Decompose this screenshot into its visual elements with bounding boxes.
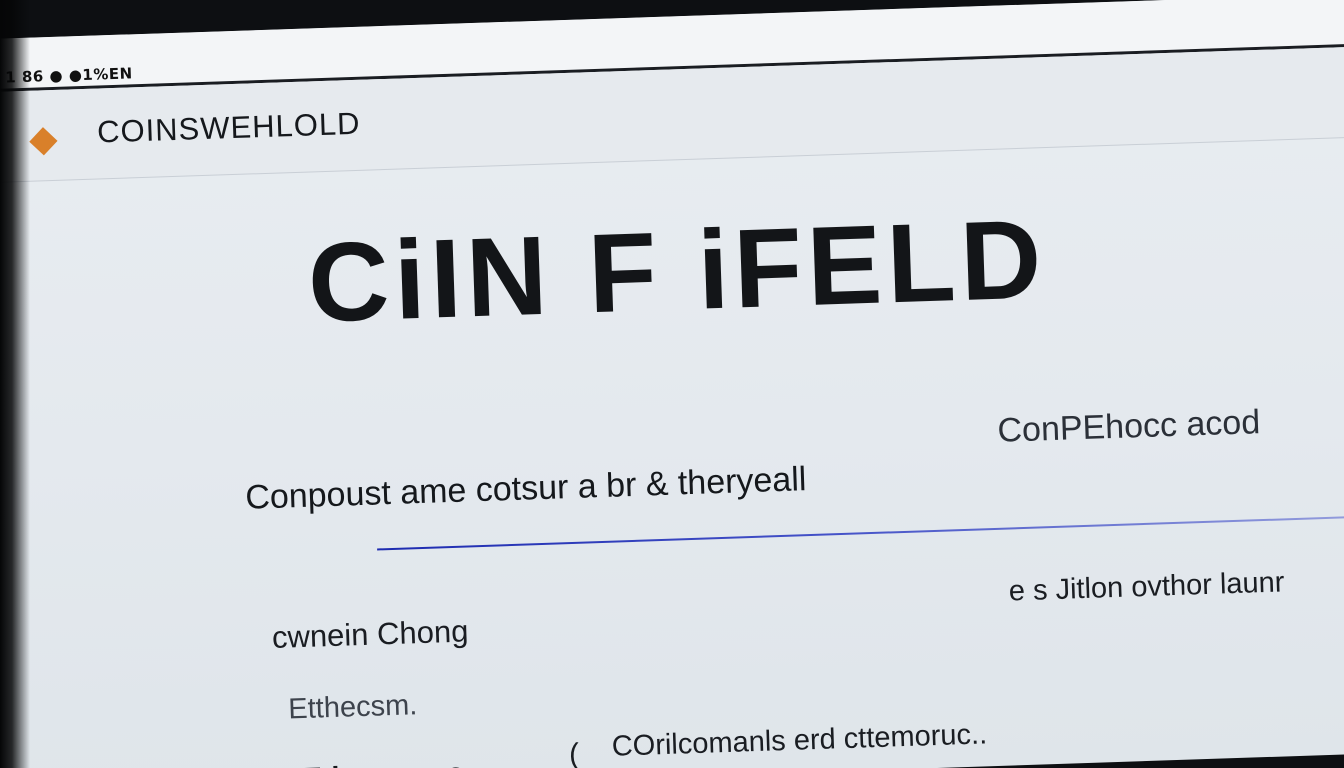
hero-title: CiIN F iFELD — [306, 196, 1049, 346]
author-role: e s Jitlon ovthor launr — [1008, 566, 1285, 608]
bracket-glyph: ( — [568, 737, 580, 768]
author-name[interactable]: cwnein Chong — [271, 613, 469, 655]
webpage-screen: 1 86 ● ●1%EN COINSWEHLOLD CiIN F iFELD C… — [0, 0, 1344, 768]
footer-text: COrilcomanls erd cttemoruc.. — [611, 718, 988, 763]
diamond-logo-icon[interactable] — [29, 127, 58, 156]
tagline-text: Conpoust ame cotsur a br & theryeall — [244, 460, 807, 517]
meta-text: Etthecsm. — [287, 689, 418, 726]
monitor-frame: 1 86 ● ●1%EN COINSWEHLOLD CiIN F iFELD C… — [0, 0, 1344, 768]
tagline-link[interactable]: ConPEhocc acod — [997, 403, 1261, 451]
status-bar-text: 1 86 ● ●1%EN — [4, 64, 133, 87]
brand-name-link[interactable]: COINSWEHLOLD — [97, 106, 362, 151]
footer-link[interactable]: Etherroy us . — [302, 757, 480, 768]
accent-divider — [377, 514, 1344, 551]
